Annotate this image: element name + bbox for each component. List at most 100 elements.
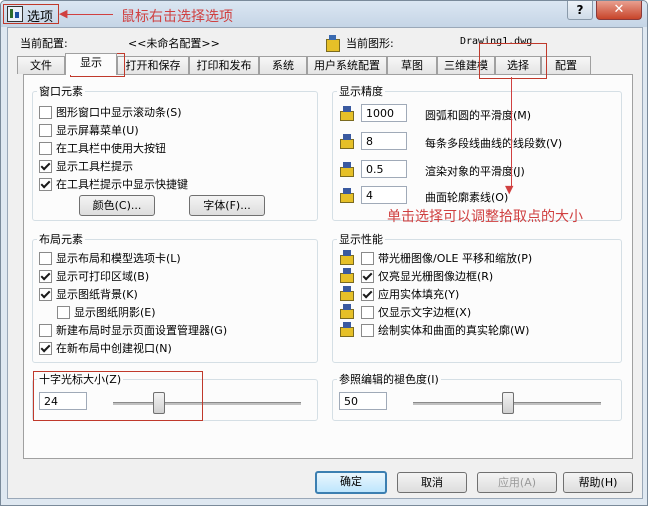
apply-button[interactable]: 应用(A) — [477, 472, 557, 493]
annotation-right-click-text: 鼠标右击选择选项 — [121, 9, 233, 25]
window-elements-group: 窗口元素 图形窗口中显示滚动条(S) 显示屏幕菜单(U) 在工具栏中使用大按钮 … — [32, 83, 318, 221]
checkbox-box[interactable] — [39, 269, 52, 283]
checkbox-box[interactable] — [361, 323, 374, 337]
render-smoothness-label: 渲染对象的平滑度(J) — [425, 165, 525, 178]
contour-lines-icon — [339, 188, 355, 204]
help-button[interactable]: 帮助(H) — [563, 472, 633, 493]
help-icon[interactable]: ? — [567, 1, 593, 20]
checkbox-label: 显示图纸背景(K) — [56, 288, 138, 301]
checkbox-create-viewport[interactable]: 在新布局中创建视口(N) — [39, 340, 172, 356]
render-smoothness-icon — [339, 162, 355, 178]
checkbox-paper-background[interactable]: 显示图纸背景(K) — [39, 286, 138, 302]
xref-fading-group: 参照编辑的褪色度(I) 50 — [332, 371, 622, 421]
cancel-button[interactable]: 取消 — [397, 472, 467, 493]
checkbox-label: 应用实体填充(Y) — [378, 288, 460, 301]
layout-elements-group: 布局元素 显示布局和模型选项卡(L) 显示可打印区域(B) 显示图纸背景(K) … — [32, 231, 318, 363]
polyline-segments-input[interactable]: 8 — [361, 132, 407, 150]
checkbox-label: 仅显示文字边框(X) — [378, 306, 472, 319]
window-elements-title: 窗口元素 — [37, 83, 85, 99]
checkbox-box[interactable] — [39, 105, 52, 119]
checkbox-label: 新建布局时显示页面设置管理器(G) — [56, 324, 228, 337]
checkbox-paper-shadow[interactable]: 显示图纸阴影(E) — [57, 304, 156, 320]
checkbox-box[interactable] — [39, 159, 52, 173]
display-resolution-title: 显示精度 — [337, 83, 385, 99]
checkbox-box[interactable] — [57, 305, 70, 319]
checkbox-label: 显示屏幕菜单(U) — [56, 124, 139, 137]
display-performance-group: 显示性能 带光栅图像/OLE 平移和缩放(P) 仅亮显光栅图像边框(R) 应用实… — [332, 231, 622, 363]
colors-button[interactable]: 颜色(C)... — [79, 195, 155, 216]
raster-frame-icon — [339, 268, 355, 284]
tab-user-preferences[interactable]: 用户系统配置 — [307, 56, 387, 74]
checkbox-label: 显示可打印区域(B) — [56, 270, 150, 283]
checkbox-box[interactable] — [39, 141, 52, 155]
silhouette-icon — [339, 322, 355, 338]
checkbox-printable-area[interactable]: 显示可打印区域(B) — [39, 268, 149, 284]
tab-profiles[interactable]: 配置 — [541, 56, 591, 74]
tab-system[interactable]: 系统 — [259, 56, 307, 74]
tab-open-save[interactable]: 打开和保存 — [117, 56, 189, 74]
checkbox-label: 带光栅图像/OLE 平移和缩放(P) — [378, 252, 533, 265]
checkbox-text-frame[interactable]: 仅显示文字边框(X) — [361, 304, 471, 320]
checkbox-label: 在工具栏提示中显示快捷键 — [56, 178, 188, 191]
arc-smoothness-input[interactable]: 1000 — [361, 104, 407, 122]
checkbox-raster-pan-zoom[interactable]: 带光栅图像/OLE 平移和缩放(P) — [361, 250, 532, 266]
tab-drafting[interactable]: 草图 — [387, 56, 437, 74]
contour-lines-label: 曲面轮廓素线(O) — [425, 191, 509, 204]
ok-button[interactable]: 确定 — [315, 471, 387, 494]
arc-smoothness-icon — [339, 106, 355, 122]
annotation-arrowhead: ◀ — [59, 7, 68, 20]
annotation-pickbox-text: 单击选择可以调整拾取点的大小 — [387, 209, 583, 225]
checkbox-label: 显示工具栏提示 — [56, 160, 133, 173]
annotation-arrowhead-down: ▼ — [505, 183, 514, 196]
render-smoothness-input[interactable]: 0.5 — [361, 160, 407, 178]
checkbox-box[interactable] — [39, 251, 52, 265]
drawing-icon — [326, 35, 340, 52]
checkbox-label: 在新布局中创建视口(N) — [56, 342, 172, 355]
checkbox-solid-fill[interactable]: 应用实体填充(Y) — [361, 286, 459, 302]
checkbox-screen-menu[interactable]: 显示屏幕菜单(U) — [39, 122, 139, 138]
checkbox-scrollbars[interactable]: 图形窗口中显示滚动条(S) — [39, 104, 182, 120]
checkbox-label: 图形窗口中显示滚动条(S) — [56, 106, 182, 119]
checkbox-box[interactable] — [361, 305, 374, 319]
display-performance-title: 显示性能 — [337, 231, 385, 247]
checkbox-box[interactable] — [39, 123, 52, 137]
xref-slider-thumb[interactable] — [502, 392, 514, 414]
checkbox-label: 显示图纸阴影(E) — [74, 306, 156, 319]
arc-smoothness-label: 圆弧和圆的平滑度(M) — [425, 109, 532, 122]
xref-fading-title: 参照编辑的褪色度(I) — [337, 371, 441, 387]
checkbox-label: 在工具栏中使用大按钮 — [56, 142, 166, 155]
checkbox-box[interactable] — [39, 287, 52, 301]
checkbox-large-buttons[interactable]: 在工具栏中使用大按钮 — [39, 140, 166, 156]
checkbox-layout-tabs[interactable]: 显示布局和模型选项卡(L) — [39, 250, 181, 266]
checkbox-box[interactable] — [39, 323, 52, 337]
current-profile-value: <<未命名配置>> — [128, 37, 220, 50]
xref-fading-input[interactable]: 50 — [339, 392, 387, 410]
checkbox-shortcut-keys[interactable]: 在工具栏提示中显示快捷键 — [39, 176, 188, 192]
text-frame-icon — [339, 304, 355, 320]
checkbox-box[interactable] — [361, 251, 374, 265]
checkbox-box[interactable] — [39, 341, 52, 355]
close-icon[interactable]: ✕ — [596, 1, 642, 20]
display-resolution-group: 显示精度 1000 圆弧和圆的平滑度(M) 8 每条多段线曲线的线段数(V) 0… — [332, 83, 622, 221]
raster-pan-icon — [339, 250, 355, 266]
solid-fill-icon — [339, 286, 355, 302]
fonts-button[interactable]: 字体(F)... — [189, 195, 265, 216]
checkbox-tooltips[interactable]: 显示工具栏提示 — [39, 158, 133, 174]
annotation-selection-tab-highlight — [479, 43, 547, 79]
contour-lines-input[interactable]: 4 — [361, 186, 407, 204]
checkbox-box[interactable] — [361, 269, 374, 283]
checkbox-raster-frame[interactable]: 仅亮显光栅图像边框(R) — [361, 268, 493, 284]
current-profile-label: 当前配置: — [20, 37, 68, 50]
tab-plot-publish[interactable]: 打印和发布 — [189, 56, 259, 74]
checkbox-page-setup-manager[interactable]: 新建布局时显示页面设置管理器(G) — [39, 322, 227, 338]
annotation-arrow-down — [511, 77, 512, 187]
annotation-arrow-left — [63, 14, 113, 15]
polyline-segments-label: 每条多段线曲线的线段数(V) — [425, 137, 563, 150]
checkbox-box[interactable] — [39, 177, 52, 191]
checkbox-true-silhouettes[interactable]: 绘制实体和曲面的真实轮廓(W) — [361, 322, 529, 338]
checkbox-box[interactable] — [361, 287, 374, 301]
tab-display[interactable]: 显示 — [65, 53, 117, 75]
annotation-title-highlight — [3, 4, 59, 24]
current-drawing-label: 当前图形: — [346, 37, 394, 50]
tab-files[interactable]: 文件 — [17, 56, 65, 74]
